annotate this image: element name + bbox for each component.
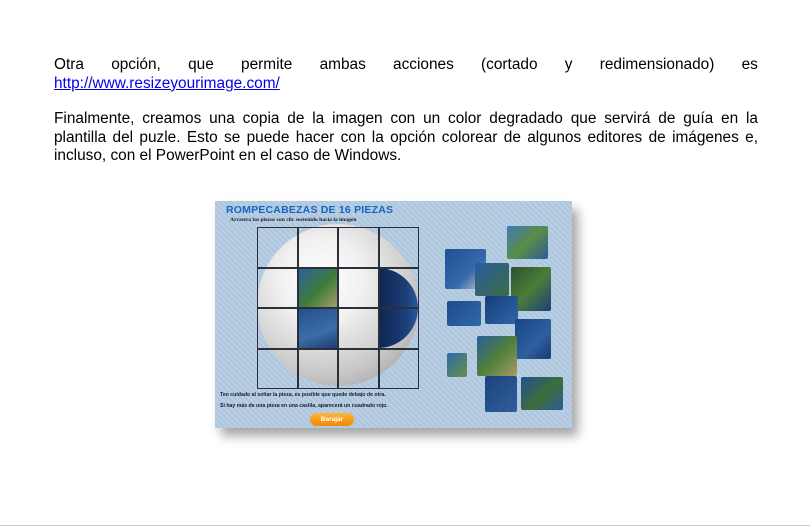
puzzle-piece[interactable] bbox=[507, 226, 548, 259]
puzzle-piece[interactable] bbox=[521, 377, 563, 410]
board-cell[interactable] bbox=[257, 348, 298, 389]
board-cell[interactable] bbox=[257, 267, 298, 308]
board-cell[interactable] bbox=[378, 348, 419, 389]
puzzle-piece[interactable] bbox=[485, 296, 518, 324]
board-cell[interactable] bbox=[257, 308, 298, 349]
word: opción, bbox=[111, 56, 161, 73]
puzzle-screenshot-image: ROMPECABEZAS DE 16 PIEZAS Arrastra las p… bbox=[215, 201, 572, 428]
board-cell[interactable] bbox=[338, 308, 379, 349]
puzzle-piece[interactable] bbox=[515, 319, 551, 359]
puzzle-board-grid bbox=[257, 227, 419, 389]
paragraph-gradient-copy: Finalmente, creamos una copia de la imag… bbox=[54, 110, 758, 166]
resizeyourimage-link[interactable]: http://www.resizeyourimage.com/ bbox=[54, 75, 280, 92]
word: Otra bbox=[54, 56, 84, 73]
word: que bbox=[188, 56, 214, 73]
board-cell[interactable] bbox=[378, 227, 419, 268]
word: ambas bbox=[319, 56, 366, 73]
word: (cortado bbox=[481, 56, 538, 73]
puzzle-piece[interactable] bbox=[477, 336, 517, 376]
board-cell[interactable] bbox=[257, 227, 298, 268]
board-cell[interactable] bbox=[338, 348, 379, 389]
puzzle-piece[interactable] bbox=[475, 263, 509, 296]
puzzle-piece[interactable] bbox=[447, 353, 467, 377]
word: es bbox=[741, 56, 758, 73]
puzzle-title: ROMPECABEZAS DE 16 PIEZAS bbox=[226, 204, 394, 216]
page-divider bbox=[0, 525, 810, 526]
board-cell[interactable] bbox=[338, 267, 379, 308]
board-cell[interactable] bbox=[297, 348, 338, 389]
board-cell[interactable] bbox=[378, 308, 419, 349]
board-cell[interactable] bbox=[338, 227, 379, 268]
paragraph-line: incluso, con el PowerPoint en el caso de… bbox=[54, 147, 402, 164]
puzzle-piece[interactable] bbox=[485, 376, 517, 412]
word: permite bbox=[241, 56, 293, 73]
puzzle-instructions: Arrastra las piezas con clic sostenido h… bbox=[230, 217, 357, 223]
word: acciones bbox=[393, 56, 454, 73]
paragraph-line: plantilla del puzle. Esto se puede hacer… bbox=[54, 128, 758, 146]
board-cell[interactable] bbox=[378, 267, 419, 308]
board-cell[interactable] bbox=[297, 267, 338, 308]
puzzle-note: Si hay más de una pieza en una casilla, … bbox=[220, 403, 388, 409]
puzzle-piece[interactable] bbox=[447, 301, 481, 326]
paragraph-line: Otra opción, que permite ambas acciones … bbox=[54, 56, 758, 75]
shuffle-button[interactable]: Barajar bbox=[310, 413, 354, 426]
board-cell[interactable] bbox=[297, 227, 338, 268]
board-cell[interactable] bbox=[297, 308, 338, 349]
word: redimensionado) bbox=[599, 56, 715, 73]
paragraph-resize-option: Otra opción, que permite ambas acciones … bbox=[54, 56, 758, 93]
puzzle-note: Ten cuidado al soltar la pieza, es posib… bbox=[220, 392, 386, 398]
paragraph-line: Finalmente, creamos una copia de la imag… bbox=[54, 110, 758, 127]
word: y bbox=[564, 56, 573, 73]
